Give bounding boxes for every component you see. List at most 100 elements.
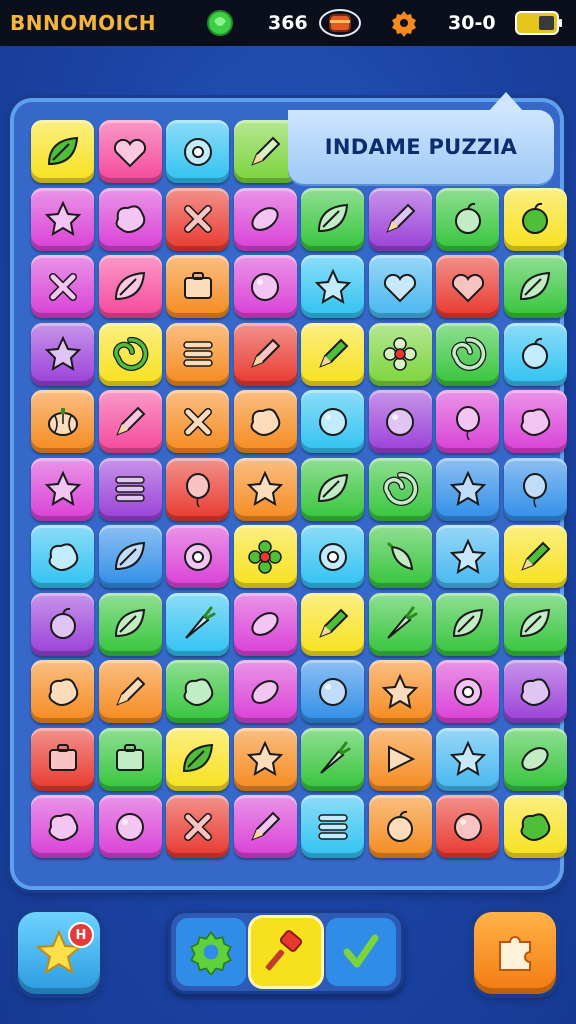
tile-magenta-star[interactable] [31,457,94,521]
tile-yellow-swirl[interactable] [98,322,162,386]
status-bar: BNNOMOICH 366 30-0 [0,0,576,46]
tile-green-carrot[interactable] [301,727,364,791]
tile-blue-leaf[interactable] [98,525,162,588]
leaf-icon [317,473,348,503]
tile-orange-pumpkin[interactable] [31,390,94,453]
tile-magenta-bean[interactable] [233,660,297,723]
tile-red-box[interactable] [31,727,94,791]
tile-magenta-ball[interactable] [98,795,162,858]
tile-yellow-pencil[interactable] [301,592,364,656]
tile-lime-flower[interactable] [368,322,432,386]
tile-green-leaf[interactable] [503,255,567,318]
tile-cyan-apple[interactable] [503,322,567,386]
tile-yellow-blob[interactable] [503,795,567,858]
tile-pink-leaf[interactable] [98,255,162,318]
tile-red-cross[interactable] [166,795,229,858]
tile-pink-heart[interactable] [98,120,162,183]
check-booster-slot[interactable] [326,918,396,986]
tile-purple-apple[interactable] [31,592,94,656]
tile-cyan-ball[interactable] [301,390,364,453]
tile-magenta-balloon[interactable] [436,390,499,453]
tile-magenta-donut[interactable] [436,660,499,723]
tile-yellow-apple[interactable] [503,187,567,251]
tile-purple-star[interactable] [31,322,94,386]
tile-orange-stripes[interactable] [166,322,229,386]
tile-green-apple[interactable] [436,187,499,251]
tile-orange-triangle[interactable] [368,727,432,791]
tile-red-balloon[interactable] [166,457,229,521]
treasure-chest-icon[interactable] [318,0,362,46]
tile-yellow-flower[interactable] [233,525,297,588]
donut-icon [318,542,347,571]
tile-orange-apple[interactable] [368,795,432,858]
tile-cyan-stripes[interactable] [301,795,364,858]
tile-orange-blob[interactable] [233,390,297,453]
tile-orange-pencil[interactable] [98,660,162,723]
tile-sky-heart[interactable] [368,255,432,318]
tile-red-ball[interactable] [436,795,499,858]
star-booster-button[interactable]: H [18,912,100,994]
tile-magenta-blob[interactable] [503,390,567,453]
tile-magenta-star[interactable] [31,187,94,251]
tile-cyan-donut[interactable] [301,525,364,588]
tile-red-heart[interactable] [436,255,499,318]
hammer-booster-slot[interactable] [251,918,321,986]
tile-sky-star[interactable] [436,727,499,791]
tile-purple-ball[interactable] [368,390,432,453]
tile-yellow-pencil[interactable] [301,322,364,386]
tile-green-blob[interactable] [166,660,229,723]
tile-green-leaf[interactable] [301,457,364,521]
tile-magenta-ball[interactable] [233,255,297,318]
tile-sky-star[interactable] [436,525,499,588]
tile-blue-star[interactable] [436,457,499,521]
tile-orange-cross[interactable] [166,390,229,453]
tile-blue-ball[interactable] [301,660,364,723]
tile-yellow-leaf[interactable] [31,120,94,183]
tile-orange-star[interactable] [233,727,297,791]
tile-purple-stripes[interactable] [98,457,162,521]
tile-green-leaf[interactable] [503,592,567,656]
tile-green-pepper[interactable] [368,525,432,588]
tile-green-leaf[interactable] [98,592,162,656]
tile-yellow-leaf[interactable] [166,727,229,791]
tile-cyan-blob[interactable] [31,525,94,588]
tile-cyan-donut[interactable] [166,120,229,183]
tile-orange-star[interactable] [233,457,297,521]
cross-icon [183,812,212,841]
gear-icon[interactable] [390,0,418,46]
tile-orange-star[interactable] [368,660,432,723]
tile-magenta-blob[interactable] [98,187,162,251]
ball-icon [318,407,347,436]
ball-icon [453,812,482,841]
tile-cyan-star[interactable] [301,255,364,318]
tile-red-pencil[interactable] [233,322,297,386]
tile-green-box[interactable] [98,727,162,791]
tile-purple-pencil[interactable] [368,187,432,251]
puzzle-button[interactable] [474,912,556,994]
checkmark-icon [343,934,379,968]
tile-green-swirl[interactable] [368,457,432,521]
tile-red-cross[interactable] [166,187,229,251]
tile-orange-blob[interactable] [31,660,94,723]
tile-green-swirl[interactable] [436,322,499,386]
tile-yellow-pencil[interactable] [503,525,567,588]
tile-magenta-cross[interactable] [31,255,94,318]
tile-green-leaf[interactable] [436,592,499,656]
tile-green-bean[interactable] [503,727,567,791]
tile-purple-blob[interactable] [503,660,567,723]
tile-magenta-bean[interactable] [233,187,297,251]
gear-booster-slot[interactable] [176,918,246,986]
tile-pink-pencil[interactable] [98,390,162,453]
level-banner: INDAME PUZZIA [288,110,554,184]
leaf-icon [519,271,551,300]
tile-cyan-carrot[interactable] [166,592,229,656]
tile-magenta-blob[interactable] [31,795,94,858]
apple-icon [454,202,481,234]
tile-green-leaf[interactable] [301,187,364,251]
tile-magenta-donut[interactable] [166,525,229,588]
tile-magenta-bean[interactable] [233,592,297,656]
tile-green-carrot[interactable] [368,592,432,656]
tile-magenta-pencil[interactable] [233,795,297,858]
tile-blue-balloon[interactable] [503,457,567,521]
tile-orange-box[interactable] [166,255,229,318]
